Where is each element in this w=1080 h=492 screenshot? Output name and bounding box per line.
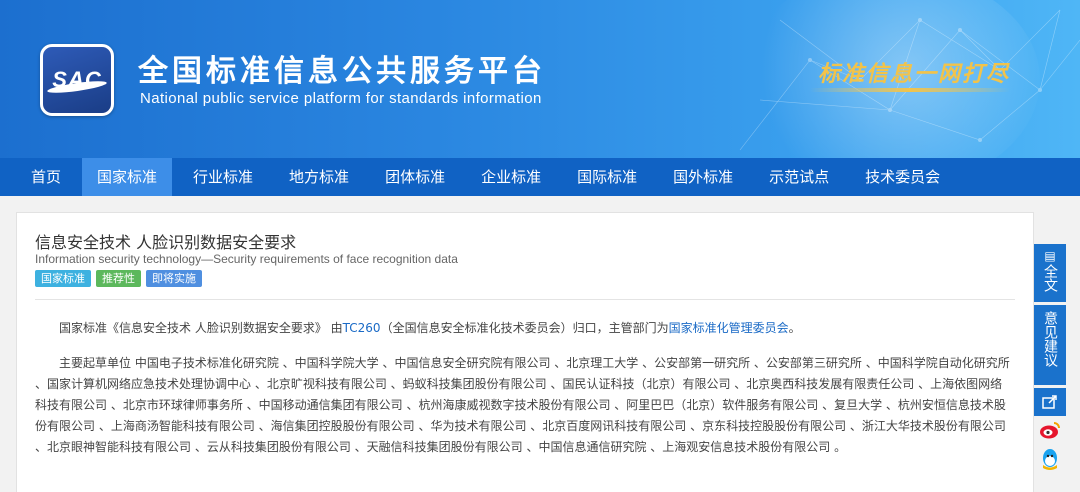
logo-text: SAC [52,67,102,92]
tag-national: 国家标准 [35,270,91,287]
tag-upcoming: 即将实施 [146,270,202,287]
site-title-en: National public service platform for sta… [140,90,542,107]
standard-tags: 国家标准 推荐性 即将实施 [35,270,202,287]
nav-item-home[interactable]: 首页 [16,158,76,196]
feedback-button[interactable]: 意见建议 [1034,305,1066,385]
share-icon [1042,395,1057,409]
header-banner: SAC 全国标准信息公共服务平台 National public service… [0,0,1080,158]
qq-button[interactable] [1034,444,1066,476]
nav-item-enterprise-standard[interactable]: 企业标准 [466,158,556,196]
department-link[interactable]: 国家标准化管理委员会 [669,321,789,335]
qq-icon [1043,449,1057,470]
governance-paragraph: 国家标准《信息安全技术 人脸识别数据安全要求》 由TC260（全国信息安全标准化… [59,321,801,335]
nav-item-national-standard[interactable]: 国家标准 [82,158,173,196]
nav-item-pilot[interactable]: 示范试点 [754,158,844,196]
fulltext-label: 全文 [1042,264,1058,292]
nav-item-international-standard[interactable]: 国际标准 [562,158,652,196]
standard-detail-card: 信息安全技术 人脸识别数据安全要求 Information security t… [16,212,1034,492]
tag-recommended: 推荐性 [96,270,141,287]
main-nav: 首页 国家标准 行业标准 地方标准 团体标准 企业标准 国际标准 国外标准 示范… [0,158,1080,196]
nav-item-local-standard[interactable]: 地方标准 [274,158,364,196]
site-title-cn: 全国标准信息公共服务平台 [138,54,546,89]
standard-title-en: Information security technology—Security… [35,252,458,266]
nav-item-committee[interactable]: 技术委员会 [850,158,955,196]
nav-item-foreign-standard[interactable]: 国外标准 [658,158,748,196]
feedback-label: 意见建议 [1042,311,1058,367]
share-button[interactable] [1034,388,1066,416]
slogan: 标准信息一网打尽 [818,61,1011,87]
floating-sidebar: ▤ 全文 意见建议 [1034,244,1066,476]
sac-logo[interactable]: SAC [40,44,114,116]
slogan-underline [810,88,1010,92]
drafting-units-paragraph: 主要起草单位 中国电子技术标准化研究院 、中国科学院大学 、中国信息安全研究院有… [35,356,1010,454]
document-icon: ▤ [1044,249,1056,263]
standard-title: 信息安全技术 人脸识别数据安全要求 [35,233,297,252]
tc260-link[interactable]: TC260 [343,321,381,335]
fulltext-button[interactable]: ▤ 全文 [1034,244,1066,302]
divider [35,299,1015,300]
nav-item-industry-standard[interactable]: 行业标准 [178,158,268,196]
weibo-icon [1040,422,1060,439]
nav-item-group-standard[interactable]: 团体标准 [370,158,460,196]
weibo-button[interactable] [1034,416,1066,444]
